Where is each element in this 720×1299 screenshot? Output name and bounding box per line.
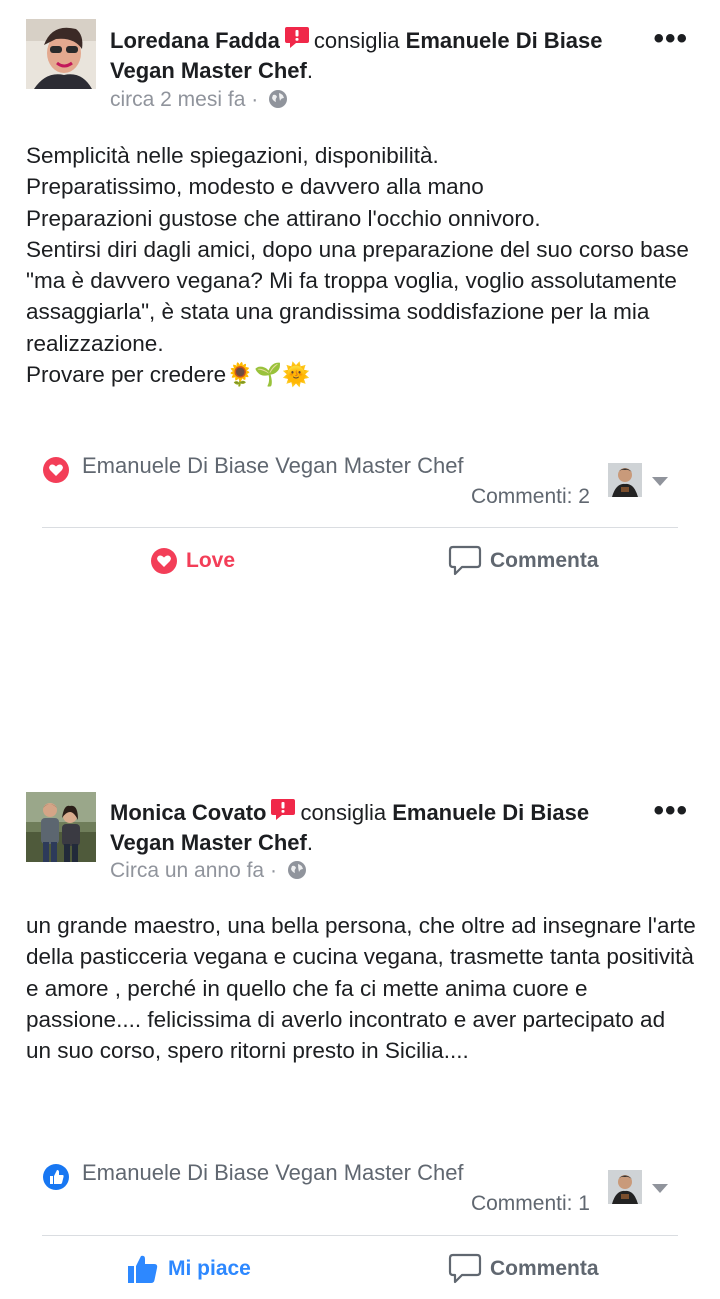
comment-icon: [448, 1253, 482, 1284]
recommend-verb: consiglia: [300, 800, 387, 825]
comments-count[interactable]: Commenti: 1: [471, 1192, 590, 1216]
meta-separator: ·: [251, 88, 259, 111]
recommend-icon: [284, 26, 310, 57]
review-text: un grande maestro, una bella persona, ch…: [26, 913, 696, 1064]
header-period: .: [306, 830, 313, 855]
author-name[interactable]: Monica Covato: [110, 800, 266, 825]
post-header: Monica Covato consiglia Emanuele Di Biase…: [110, 798, 650, 857]
comment-button[interactable]: Commenta: [448, 536, 599, 586]
recommend-icon: [270, 798, 296, 829]
divider: [42, 1235, 678, 1236]
love-label: Love: [186, 549, 236, 572]
meta-separator: ·: [269, 859, 277, 882]
reactor-name: Emanuele Di Biase Vegan Master Chef: [82, 1160, 464, 1185]
post-time[interactable]: Circa un anno fa: [110, 859, 264, 882]
author-avatar[interactable]: [26, 792, 96, 862]
like-button[interactable]: Mi piace: [126, 1244, 251, 1294]
post-time[interactable]: circa 2 mesi fa: [110, 88, 245, 111]
chevron-down-icon[interactable]: [652, 477, 668, 486]
post-actions: Mi piace Commenta: [42, 1244, 678, 1294]
post-actions: Love Commenta: [42, 536, 678, 586]
thumbs-up-icon: [128, 1255, 158, 1283]
author-avatar[interactable]: [26, 19, 96, 89]
reaction-summary[interactable]: Emanuele Di Biase Vegan Master Chef Comm…: [42, 453, 678, 523]
header-period: .: [306, 58, 313, 83]
comment-button[interactable]: Commenta: [448, 1244, 599, 1294]
review-text: Semplicità nelle spiegazioni, disponibil…: [26, 143, 689, 388]
comment-label: Commenta: [490, 1257, 599, 1280]
like-reaction-icon: [42, 1163, 70, 1191]
heart-icon: [151, 548, 177, 574]
more-options-button[interactable]: •••: [653, 22, 688, 56]
reaction-summary[interactable]: Emanuele Di Biase Vegan Master Chef Comm…: [42, 1160, 678, 1230]
post-meta: Circa un anno fa ·: [110, 859, 307, 886]
post-header: Loredana Fadda consiglia Emanuele Di Bias…: [110, 26, 650, 85]
globe-icon: [268, 89, 288, 115]
chevron-down-icon[interactable]: [652, 1184, 668, 1193]
avatar-photo-icon: [26, 792, 96, 862]
commenter-avatar: [608, 463, 642, 497]
recommend-verb: consiglia: [313, 28, 400, 53]
avatar-photo-icon: [26, 19, 96, 89]
reactor-name: Emanuele Di Biase Vegan Master Chef: [82, 453, 464, 478]
divider: [42, 527, 678, 528]
comment-label: Commenta: [490, 549, 599, 572]
like-label: Mi piace: [168, 1257, 251, 1280]
commenter-avatar: [608, 1170, 642, 1204]
love-button[interactable]: Love: [150, 536, 235, 586]
love-reaction-icon: [42, 456, 70, 484]
author-name[interactable]: Loredana Fadda: [110, 28, 280, 53]
comments-count[interactable]: Commenti: 2: [471, 485, 590, 509]
post-meta: circa 2 mesi fa ·: [110, 88, 288, 115]
more-options-button[interactable]: •••: [653, 794, 688, 828]
comment-icon: [448, 545, 482, 576]
globe-icon: [287, 860, 307, 886]
